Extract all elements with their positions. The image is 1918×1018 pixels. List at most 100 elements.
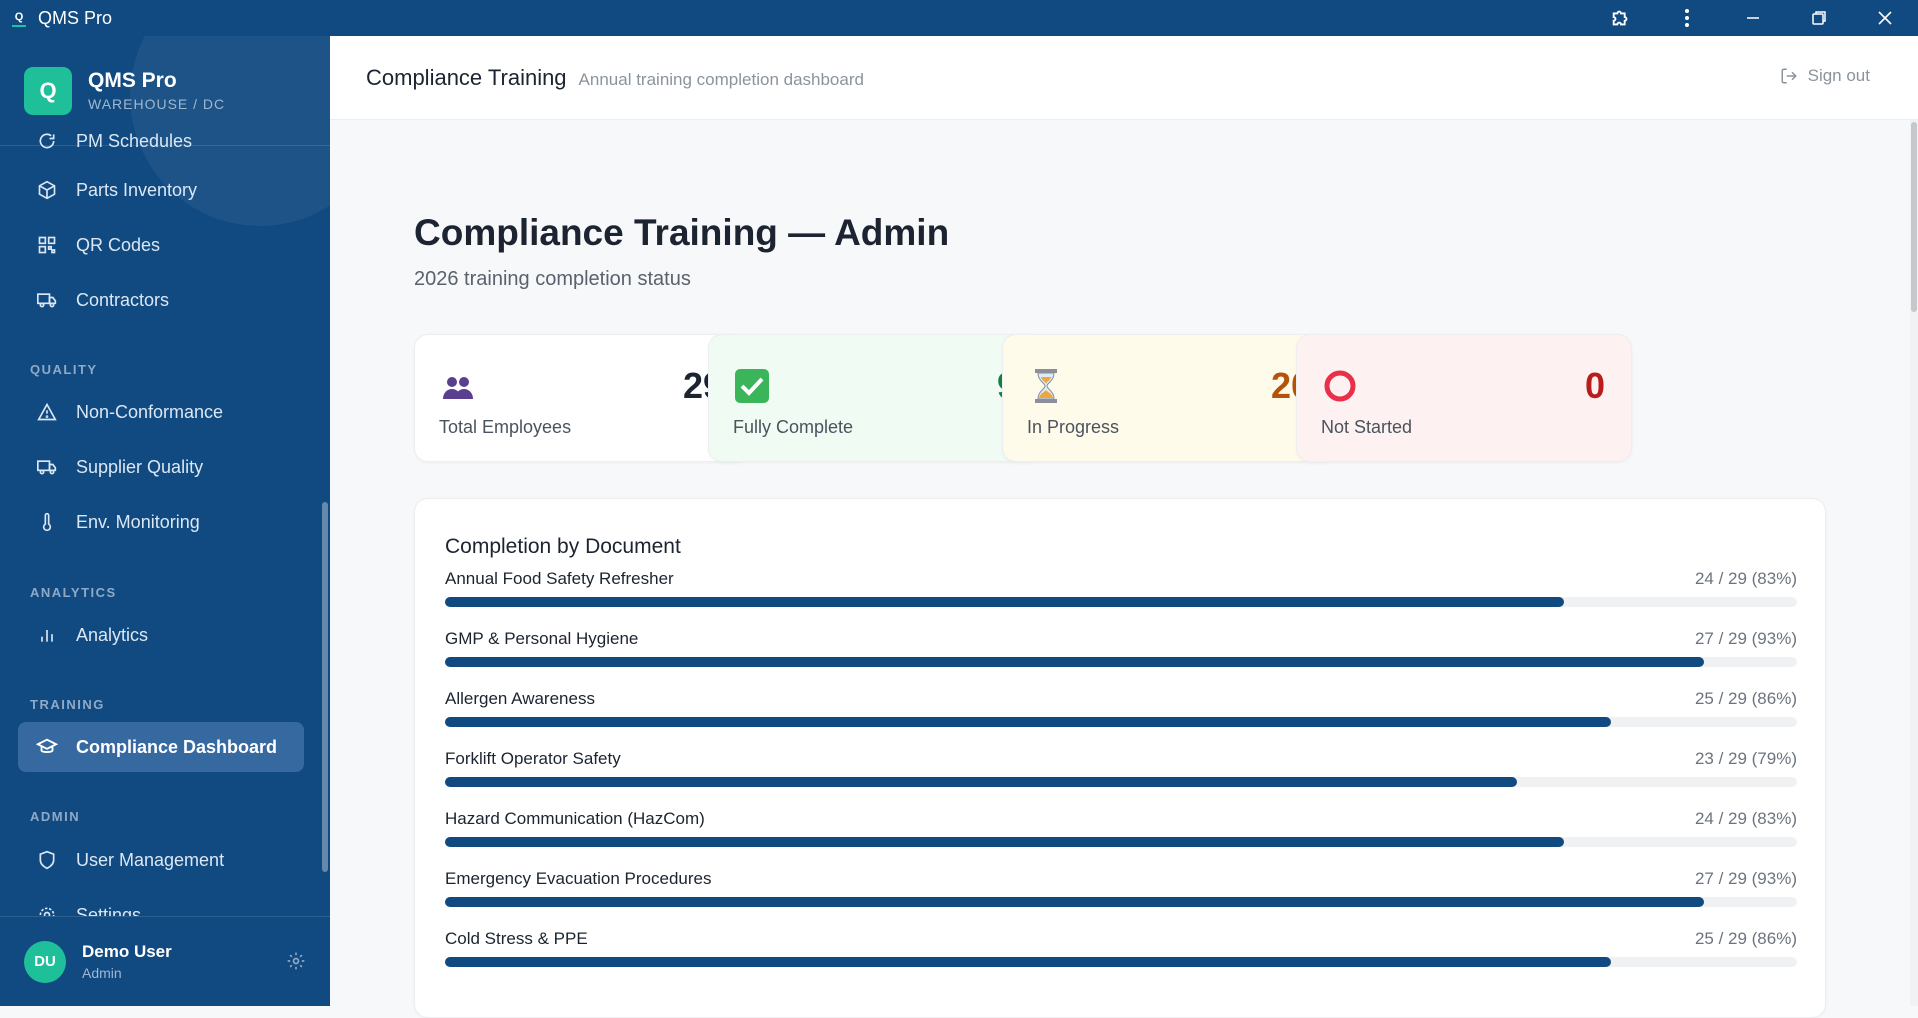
progress-track bbox=[445, 777, 1797, 787]
completion-title: Completion by Document bbox=[445, 535, 681, 558]
sidebar-item-pm-schedules[interactable]: PM Schedules bbox=[18, 116, 304, 166]
progress-fill bbox=[445, 777, 1518, 787]
minimize-icon bbox=[1747, 17, 1759, 19]
sidebar-item-env-monitoring[interactable]: Env. Monitoring bbox=[18, 497, 304, 547]
avatar: DU bbox=[24, 940, 66, 983]
progress-track bbox=[445, 597, 1797, 607]
document-count: 25 / 29 (86%) bbox=[1694, 929, 1797, 948]
close-button[interactable] bbox=[1852, 0, 1918, 36]
restore-icon bbox=[1812, 11, 1826, 25]
stat-label: Fully Complete bbox=[733, 417, 854, 437]
sidebar-item-label: PM Schedules bbox=[76, 130, 193, 151]
document-row: Hazard Communication (HazCom) 24 / 29 (83… bbox=[445, 809, 1797, 859]
minimize-button[interactable] bbox=[1720, 0, 1786, 36]
sidebar-item-user-management[interactable]: User Management bbox=[18, 835, 304, 885]
sidebar-item-parts-inventory[interactable]: Parts Inventory bbox=[18, 165, 304, 215]
brand-subtitle: WAREHOUSE / DC bbox=[88, 96, 226, 112]
sidebar-item-label: Supplier Quality bbox=[76, 456, 204, 477]
completion-card: Completion by Document Annual Food Safet… bbox=[414, 498, 1826, 1018]
main-scrollbar[interactable] bbox=[1910, 120, 1918, 1006]
sidebar-item-contractors[interactable]: Contractors bbox=[18, 275, 304, 325]
header-title: Compliance Training bbox=[366, 64, 567, 90]
user-settings-button[interactable] bbox=[286, 951, 306, 976]
document-row: Annual Food Safety Refresher 24 / 29 (83%… bbox=[445, 569, 1797, 619]
main-content: Compliance Training — Admin 2026 trainin… bbox=[330, 120, 1918, 1018]
thermometer-icon bbox=[36, 511, 58, 533]
sidebar-item-label: Parts Inventory bbox=[76, 179, 198, 200]
brand-logo: Q bbox=[24, 66, 72, 115]
extensions-button[interactable] bbox=[1588, 0, 1654, 36]
people-icon bbox=[439, 367, 477, 405]
document-name: Emergency Evacuation Procedures bbox=[445, 869, 712, 888]
sign-out-button[interactable]: Sign out bbox=[1780, 66, 1870, 86]
sidebar-item-label: Non-Conformance bbox=[76, 401, 224, 422]
document-count: 25 / 29 (86%) bbox=[1694, 689, 1797, 708]
progress-fill bbox=[445, 837, 1564, 847]
progress-track bbox=[445, 717, 1797, 727]
progress-fill bbox=[445, 957, 1611, 967]
more-vertical-icon bbox=[1685, 9, 1689, 27]
window-controls bbox=[1588, 0, 1918, 36]
warning-triangle-icon bbox=[36, 401, 58, 423]
calendar-refresh-icon bbox=[36, 130, 58, 152]
nav-section-training: TRAINING bbox=[30, 697, 105, 712]
page-subtitle: 2026 training completion status bbox=[414, 268, 691, 290]
box-icon bbox=[36, 179, 58, 201]
sidebar-item-qr-codes[interactable]: QR Codes bbox=[18, 220, 304, 270]
hourglass-icon bbox=[1027, 367, 1065, 405]
sidebar-item-non-conformance[interactable]: Non-Conformance bbox=[18, 387, 304, 437]
document-name: Annual Food Safety Refresher bbox=[445, 569, 674, 588]
document-name: Allergen Awareness bbox=[445, 689, 595, 708]
progress-fill bbox=[445, 897, 1704, 907]
page-title: Compliance Training — Admin bbox=[414, 212, 950, 253]
progress-fill bbox=[445, 717, 1611, 727]
bar-chart-icon bbox=[36, 624, 58, 646]
sidebar-item-label: QR Codes bbox=[76, 234, 161, 255]
document-count: 27 / 29 (93%) bbox=[1694, 629, 1797, 648]
red-circle-icon bbox=[1321, 367, 1359, 405]
nav-section-admin: ADMIN bbox=[30, 809, 81, 824]
document-name: Cold Stress & PPE bbox=[445, 929, 588, 948]
check-box-icon bbox=[733, 367, 771, 405]
sidebar: Q QMS Pro WAREHOUSE / DC PM Schedules Pa… bbox=[0, 36, 330, 1006]
progress-track bbox=[445, 837, 1797, 847]
restore-button[interactable] bbox=[1786, 0, 1852, 36]
sidebar-item-compliance-dashboard[interactable]: Compliance Dashboard bbox=[18, 722, 304, 772]
document-count: 23 / 29 (79%) bbox=[1694, 749, 1797, 768]
document-row: Emergency Evacuation Procedures 27 / 29 (… bbox=[445, 869, 1797, 919]
sidebar-scrollbar[interactable] bbox=[322, 502, 328, 872]
stat-card-total-employees: Total Employees 29 bbox=[414, 334, 750, 462]
document-count: 27 / 29 (93%) bbox=[1694, 869, 1797, 888]
sidebar-item-supplier-quality[interactable]: Supplier Quality bbox=[18, 442, 304, 492]
more-options-button[interactable] bbox=[1654, 0, 1720, 36]
nav-section-quality: QUALITY bbox=[30, 362, 98, 377]
stat-card-fully-complete: Fully Complete 9 bbox=[708, 334, 1044, 462]
progress-fill bbox=[445, 657, 1704, 667]
sign-out-icon bbox=[1781, 68, 1797, 84]
sidebar-item-label: Contractors bbox=[76, 289, 170, 310]
truck-icon bbox=[36, 456, 58, 478]
stat-card-not-started: Not Started 0 bbox=[1296, 334, 1632, 462]
brand-name: QMS Pro bbox=[88, 69, 177, 92]
sidebar-item-label: Analytics bbox=[76, 624, 149, 645]
progress-track bbox=[445, 657, 1797, 667]
document-count: 24 / 29 (83%) bbox=[1694, 809, 1797, 828]
puzzle-icon bbox=[1612, 10, 1628, 26]
document-row: GMP & Personal Hygiene 27 / 29 (93%) bbox=[445, 629, 1797, 679]
document-row: Allergen Awareness 25 / 29 (86%) bbox=[445, 689, 1797, 739]
stat-value: 0 bbox=[1584, 365, 1605, 406]
top-header: Compliance Training Annual training comp… bbox=[330, 36, 1918, 120]
progress-track bbox=[445, 897, 1797, 907]
document-row: Cold Stress & PPE 25 / 29 (86%) bbox=[445, 929, 1797, 979]
truck-icon bbox=[36, 289, 58, 311]
sidebar-item-analytics[interactable]: Analytics bbox=[18, 610, 304, 660]
scrollbar-thumb[interactable] bbox=[1911, 122, 1917, 312]
document-row: Forklift Operator Safety 23 / 29 (79%) bbox=[445, 749, 1797, 799]
nav-section-analytics: ANALYTICS bbox=[30, 585, 117, 600]
header-subtitle: Annual training completion dashboard bbox=[578, 69, 864, 89]
document-name: GMP & Personal Hygiene bbox=[445, 629, 639, 648]
progress-fill bbox=[445, 597, 1564, 607]
stat-label: Not Started bbox=[1321, 417, 1413, 437]
user-role: Admin bbox=[82, 965, 122, 981]
sidebar-item-label: Env. Monitoring bbox=[76, 511, 200, 532]
